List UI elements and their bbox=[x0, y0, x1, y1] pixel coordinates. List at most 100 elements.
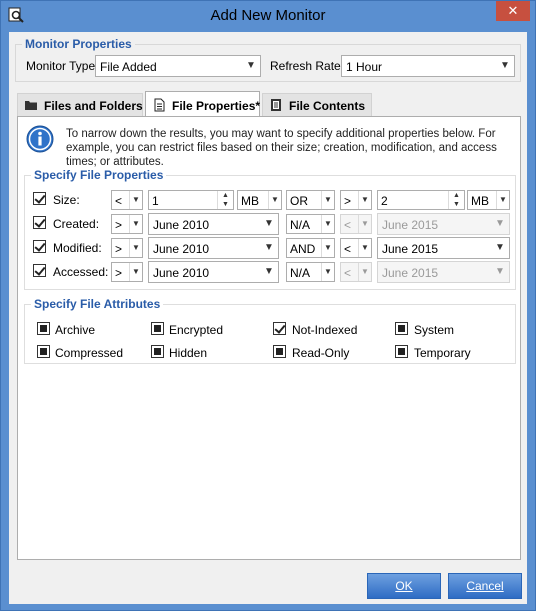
chevron-down-icon: ▼ bbox=[129, 263, 142, 281]
monitor-type-value: File Added bbox=[100, 60, 157, 74]
size-value-2[interactable]: 2 ▲ ▼ bbox=[377, 190, 465, 210]
modified-date-2[interactable]: June 2015 ▼ bbox=[377, 237, 510, 259]
encrypted-checkbox[interactable] bbox=[151, 322, 164, 335]
created-logic[interactable]: N/A ▼ bbox=[286, 214, 335, 234]
file-properties-page: To narrow down the results, you may want… bbox=[17, 116, 521, 560]
archive-label: Archive bbox=[55, 323, 96, 337]
chevron-up-icon[interactable]: ▲ bbox=[218, 191, 233, 200]
spin-buttons[interactable]: ▲ ▼ bbox=[448, 191, 464, 209]
read-only-label: Read-Only bbox=[292, 346, 350, 360]
created-operator-1[interactable]: > ▼ bbox=[111, 214, 143, 234]
size-unit-1[interactable]: MB ▼ bbox=[237, 190, 282, 210]
accessed-logic[interactable]: N/A ▼ bbox=[286, 262, 335, 282]
modified-operator-2[interactable]: < ▼ bbox=[340, 238, 372, 258]
tab-file-contents[interactable]: File Contents bbox=[262, 93, 372, 116]
size-label: Size: bbox=[53, 193, 80, 207]
cancel-button[interactable]: Cancel bbox=[448, 573, 522, 599]
chevron-down-icon: ▼ bbox=[264, 242, 274, 253]
dialog-body: Monitor Properties Monitor Type: File Ad… bbox=[9, 32, 527, 604]
created-label: Created: bbox=[53, 217, 100, 231]
chevron-down-icon: ▼ bbox=[500, 60, 510, 71]
date-value: June 2015 bbox=[382, 242, 439, 256]
modified-logic[interactable]: AND ▼ bbox=[286, 238, 335, 258]
spin-buttons[interactable]: ▲ ▼ bbox=[217, 191, 233, 209]
operator-value: > bbox=[115, 218, 123, 232]
date-value: June 2010 bbox=[153, 242, 210, 256]
file-properties-group: Specify File Properties Size: < ▼ 1 ▲ ▼ M… bbox=[24, 168, 516, 290]
size-value-1[interactable]: 1 ▲ ▼ bbox=[148, 190, 234, 210]
ok-button[interactable]: OK bbox=[367, 573, 441, 599]
chevron-down-icon[interactable]: ▼ bbox=[218, 200, 233, 209]
created-date-2: June 2015 ▼ bbox=[377, 213, 510, 235]
monitor-type-label: Monitor Type: bbox=[26, 59, 99, 73]
not-indexed-label: Not-Indexed bbox=[292, 323, 358, 337]
cancel-button-label: Cancel bbox=[466, 579, 504, 593]
compressed-label: Compressed bbox=[55, 346, 124, 360]
modified-date-1[interactable]: June 2010 ▼ bbox=[148, 237, 279, 259]
read-only-checkbox[interactable] bbox=[273, 345, 286, 358]
date-value: June 2010 bbox=[153, 266, 210, 280]
hidden-checkbox[interactable] bbox=[151, 345, 164, 358]
chevron-down-icon: ▼ bbox=[358, 239, 371, 257]
operator-value: > bbox=[115, 266, 123, 280]
tab-file-properties[interactable]: File Properties* bbox=[145, 91, 260, 117]
monitor-type-select[interactable]: File Added ▼ bbox=[95, 55, 261, 77]
size-unit-2[interactable]: MB ▼ bbox=[467, 190, 510, 210]
modified-checkbox[interactable] bbox=[33, 240, 46, 253]
operator-value: < bbox=[344, 218, 352, 232]
temporary-checkbox[interactable] bbox=[395, 345, 408, 358]
modified-label: Modified: bbox=[53, 241, 102, 255]
chevron-up-icon[interactable]: ▲ bbox=[449, 191, 464, 200]
file-properties-title: Specify File Properties bbox=[31, 168, 167, 182]
spin-value: 2 bbox=[381, 194, 388, 208]
chevron-down-icon: ▼ bbox=[495, 218, 505, 229]
accessed-checkbox[interactable] bbox=[33, 264, 46, 277]
title-bar[interactable]: Add New Monitor ✕ bbox=[1, 1, 535, 32]
chevron-down-icon: ▼ bbox=[321, 239, 334, 257]
tab-label: File Contents bbox=[289, 99, 366, 113]
created-operator-2: < ▼ bbox=[340, 214, 372, 234]
accessed-operator-1[interactable]: > ▼ bbox=[111, 262, 143, 282]
accessed-label: Accessed: bbox=[53, 265, 109, 279]
system-checkbox[interactable] bbox=[395, 322, 408, 335]
size-operator-2[interactable]: > ▼ bbox=[340, 190, 372, 210]
info-text: To narrow down the results, you may want… bbox=[66, 128, 497, 168]
ok-button-label: OK bbox=[395, 579, 413, 593]
tab-files-and-folders[interactable]: Files and Folders bbox=[17, 93, 143, 116]
tab-label: Files and Folders bbox=[44, 99, 143, 113]
date-value: June 2015 bbox=[382, 218, 439, 232]
chevron-down-icon[interactable]: ▼ bbox=[449, 200, 464, 209]
date-value: June 2010 bbox=[153, 218, 210, 232]
chevron-down-icon: ▼ bbox=[264, 218, 274, 229]
unit-value: MB bbox=[471, 194, 489, 208]
archive-checkbox[interactable] bbox=[37, 322, 50, 335]
close-button[interactable]: ✕ bbox=[496, 1, 530, 21]
chevron-down-icon: ▼ bbox=[358, 191, 371, 209]
created-date-1[interactable]: June 2010 ▼ bbox=[148, 213, 279, 235]
file-attributes-group: Specify File Attributes Archive Encrypte… bbox=[24, 297, 516, 364]
folder-icon bbox=[25, 101, 37, 110]
size-operator-1[interactable]: < ▼ bbox=[111, 190, 143, 210]
window-title: Add New Monitor bbox=[210, 7, 326, 24]
chevron-down-icon: ▼ bbox=[268, 191, 281, 209]
tab-label: File Properties* bbox=[172, 99, 261, 113]
logic-value: AND bbox=[290, 242, 316, 256]
document-icon bbox=[154, 98, 165, 112]
size-logic[interactable]: OR ▼ bbox=[286, 190, 335, 210]
add-new-monitor-window: Add New Monitor ✕ Monitor Properties Mon… bbox=[0, 0, 536, 611]
refresh-rate-label: Refresh Rate: bbox=[270, 59, 345, 73]
temporary-label: Temporary bbox=[414, 346, 471, 360]
size-checkbox[interactable] bbox=[33, 192, 46, 205]
not-indexed-checkbox[interactable] bbox=[273, 322, 286, 335]
accessed-date-1[interactable]: June 2010 ▼ bbox=[148, 261, 279, 283]
chevron-down-icon: ▼ bbox=[321, 191, 334, 209]
hidden-label: Hidden bbox=[169, 346, 208, 360]
operator-value: > bbox=[115, 242, 123, 256]
modified-operator-1[interactable]: > ▼ bbox=[111, 238, 143, 258]
system-label: System bbox=[414, 323, 455, 337]
operator-value: < bbox=[344, 266, 352, 280]
compressed-checkbox[interactable] bbox=[37, 345, 50, 358]
refresh-rate-select[interactable]: 1 Hour ▼ bbox=[341, 55, 515, 77]
operator-value: > bbox=[344, 194, 352, 208]
created-checkbox[interactable] bbox=[33, 216, 46, 229]
